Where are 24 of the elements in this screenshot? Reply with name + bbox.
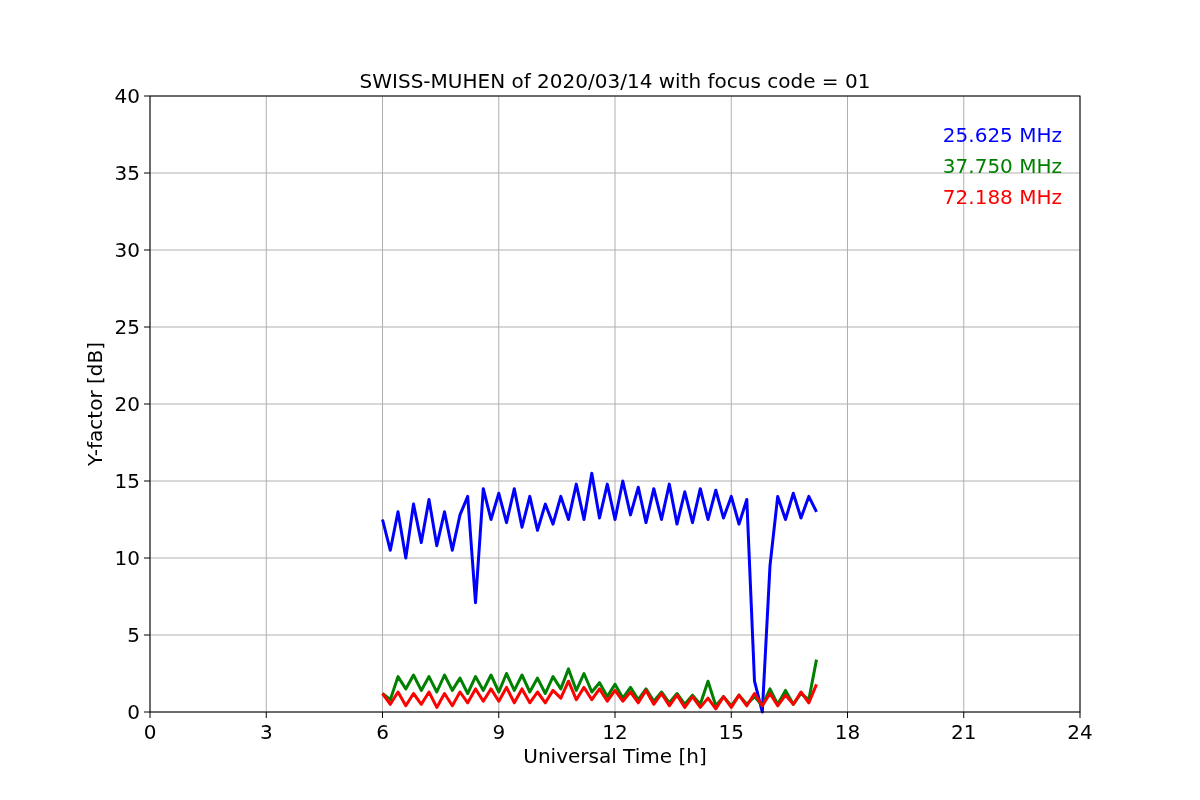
- x-tick-label: 0: [143, 720, 157, 744]
- y-tick-label: 35: [114, 161, 140, 185]
- x-tick-label: 18: [834, 720, 861, 744]
- x-axis-label: Universal Time [h]: [523, 744, 707, 768]
- y-tick-label: 40: [114, 84, 140, 108]
- y-tick-label: 30: [114, 238, 140, 262]
- x-tick-label: 3: [259, 720, 273, 744]
- x-tick-label: 21: [951, 720, 977, 744]
- y-tick-label: 5: [127, 623, 140, 647]
- y-tick-label: 0: [127, 700, 140, 724]
- x-tick-label: 12: [602, 720, 628, 744]
- y-tick-label: 10: [114, 546, 140, 570]
- legend-label: 37.750 MHz: [942, 154, 1062, 178]
- x-tick-label: 6: [376, 720, 389, 744]
- chart-title: SWISS-MUHEN of 2020/03/14 with focus code = 01: [359, 69, 871, 93]
- y-tick-label: 15: [114, 469, 140, 493]
- x-tick-label: 24: [1067, 720, 1093, 744]
- y-axis-label: Y-factor [dB]: [83, 342, 107, 466]
- x-tick-label: 9: [492, 720, 506, 744]
- y-tick-label: 25: [114, 315, 140, 339]
- legend-label: 25.625 MHz: [942, 123, 1062, 147]
- y-tick-label: 20: [114, 392, 140, 416]
- legend-label: 72.188 MHz: [942, 185, 1062, 209]
- x-tick-label: 15: [718, 720, 744, 744]
